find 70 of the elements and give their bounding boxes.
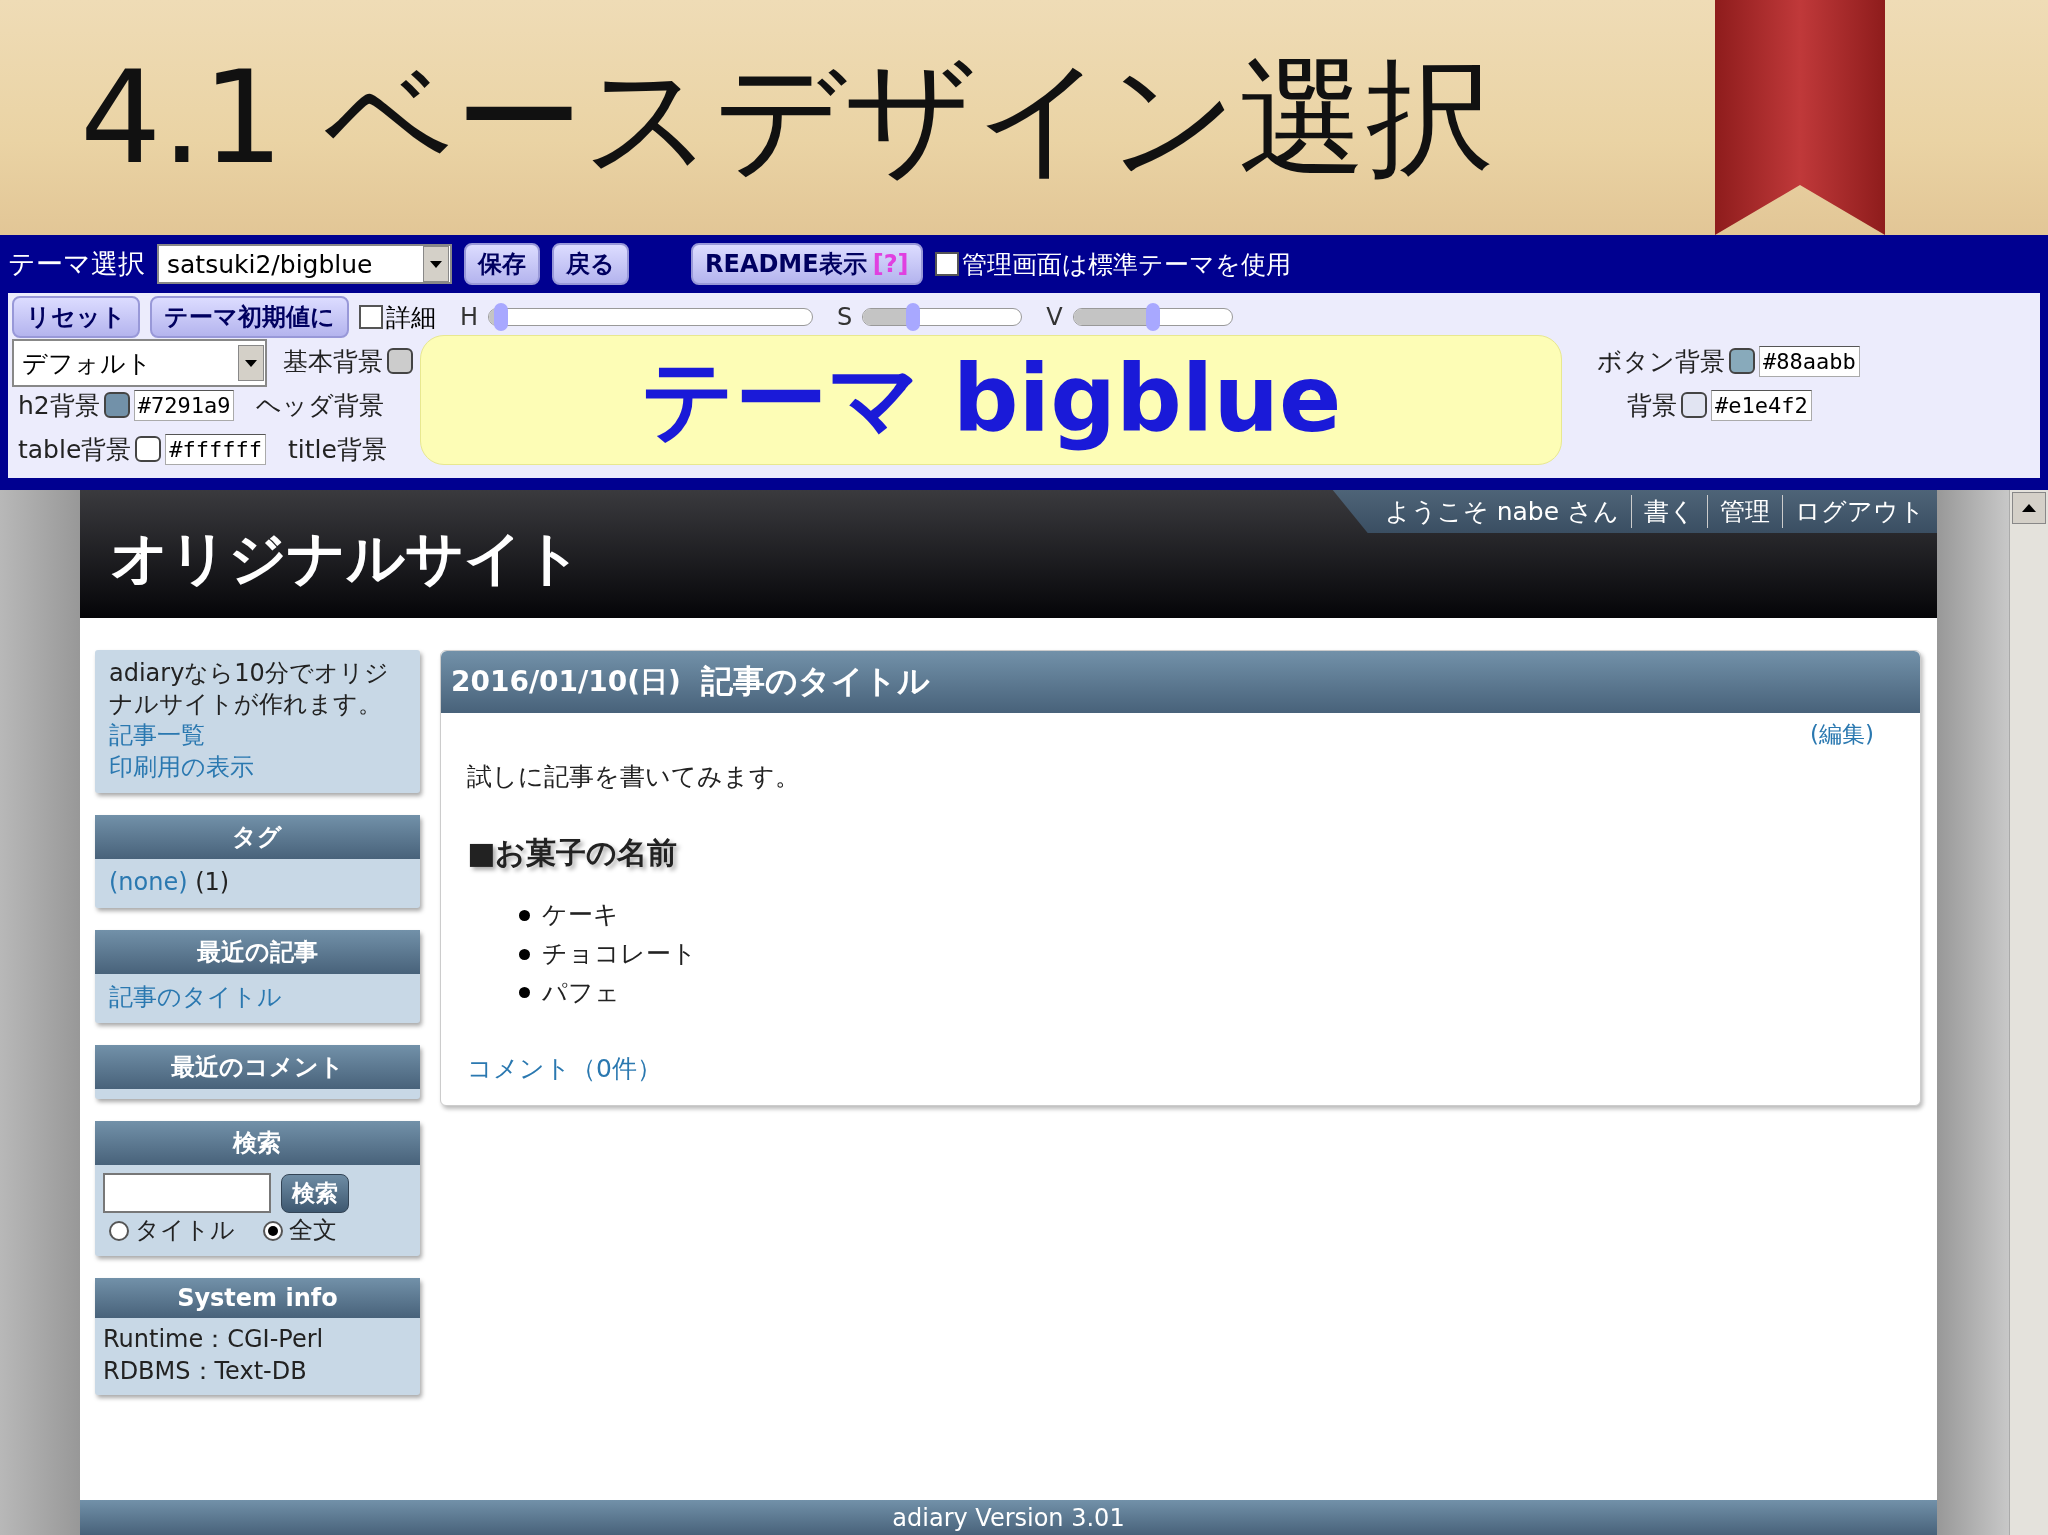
nav-link[interactable]: 書く bbox=[1631, 495, 1708, 528]
detail-checkbox[interactable]: 詳細 bbox=[359, 300, 436, 334]
reset-button[interactable]: リセット bbox=[12, 296, 140, 338]
article-title[interactable]: 記事のタイトル bbox=[700, 660, 930, 704]
preset-select[interactable]: デフォルト bbox=[12, 339, 267, 387]
bullet-icon bbox=[518, 987, 530, 999]
color-swatch[interactable] bbox=[387, 348, 413, 374]
color-label: ヘッダ背景 bbox=[256, 389, 385, 422]
slider-label: H bbox=[460, 303, 479, 331]
article-heading: ■お菓子の名前 bbox=[466, 834, 679, 872]
toolbar-button[interactable]: 保存 bbox=[464, 243, 540, 285]
color-swatch[interactable] bbox=[1729, 348, 1755, 374]
slider-thumb[interactable] bbox=[1145, 303, 1160, 331]
site-title[interactable]: オリジナルサイト bbox=[109, 520, 582, 598]
slider-thumb[interactable] bbox=[906, 303, 921, 331]
nav-link[interactable]: 管理 bbox=[1707, 495, 1783, 528]
search-button[interactable]: 検索 bbox=[280, 1173, 349, 1213]
color-swatch[interactable] bbox=[103, 392, 130, 418]
color-field[interactable]: #88aabb bbox=[1759, 345, 1860, 377]
readme-button[interactable]: README表示 [?] bbox=[691, 243, 923, 285]
sidebar-title: 最近の記事 bbox=[94, 929, 420, 974]
list-item: パフェ bbox=[541, 976, 620, 1009]
search-mode-radio[interactable]: タイトル bbox=[108, 1215, 235, 1247]
slider-track[interactable] bbox=[488, 303, 814, 331]
slider-label: S bbox=[837, 303, 853, 331]
color-swatch[interactable] bbox=[135, 436, 162, 462]
color-field[interactable]: #e1e4f2 bbox=[1711, 389, 1812, 421]
callout-text: テーマ bigblue bbox=[640, 345, 1342, 455]
list-item: チョコレート bbox=[541, 937, 697, 970]
color-label: table背景 bbox=[18, 433, 132, 466]
search-mode-radio[interactable]: 全文 bbox=[262, 1215, 337, 1247]
intro-text: adiaryなら10分でオリジナルサイトが作れます。 bbox=[108, 658, 390, 721]
article-text: 試しに記事を書いてみます。 bbox=[466, 761, 801, 793]
sidebar-title: 検索 bbox=[94, 1121, 420, 1166]
toolbar-button[interactable]: 戻る bbox=[552, 243, 629, 285]
slide-title: 4.1 ベースデザイン選択 bbox=[80, 53, 1495, 182]
bullet-icon bbox=[518, 948, 530, 960]
nav-link[interactable]: ようこそ nabe さん bbox=[1372, 495, 1632, 528]
system-info-line: RDBMS：Text-DB bbox=[102, 1355, 308, 1387]
color-label: 基本背景 bbox=[283, 345, 383, 378]
color-label: h2背景 bbox=[18, 389, 100, 422]
system-info-line: Runtime：CGI-Perl bbox=[102, 1324, 325, 1356]
bookmark-ribbon-icon bbox=[1715, 0, 1885, 235]
bullet-icon bbox=[518, 909, 530, 921]
article-date: 2016/01/10(日) bbox=[450, 664, 681, 700]
color-label: ボタン背景 bbox=[1597, 345, 1725, 378]
color-label: title背景 bbox=[288, 433, 387, 466]
scroll-up-icon[interactable] bbox=[2012, 492, 2046, 524]
search-field[interactable] bbox=[102, 1173, 271, 1214]
color-label: 背景 bbox=[1627, 389, 1677, 422]
reset-button[interactable]: テーマ初期値に bbox=[150, 296, 349, 338]
footer-text: adiary Version 3.01 bbox=[892, 1504, 1125, 1534]
color-field[interactable]: #ffffff bbox=[165, 433, 267, 465]
slider-track[interactable] bbox=[1072, 303, 1233, 331]
theme-select-label: テーマ選択 bbox=[8, 247, 145, 281]
admin-theme-checkbox[interactable]: 管理画面は標準テーマを使用 bbox=[934, 247, 1291, 281]
tag-count: (1) bbox=[195, 867, 230, 896]
comments-link[interactable]: コメント（0件） bbox=[466, 1052, 1895, 1086]
color-swatch[interactable] bbox=[1681, 392, 1707, 418]
list-item: ケーキ bbox=[541, 899, 619, 931]
color-field[interactable]: #7291a9 bbox=[133, 389, 235, 421]
sidebar-title: 最近のコメント bbox=[94, 1045, 420, 1090]
slider-label: V bbox=[1046, 303, 1063, 331]
sidebar-title: System info bbox=[94, 1278, 420, 1319]
scrollbar[interactable] bbox=[2009, 490, 2048, 1535]
edit-link[interactable]: (編集) bbox=[1810, 719, 1875, 750]
slider-track[interactable] bbox=[862, 303, 1023, 331]
theme-select[interactable]: satsuki2/bigblue bbox=[157, 244, 452, 284]
sidebar-title: タグ bbox=[94, 814, 420, 859]
slider-thumb[interactable] bbox=[494, 303, 509, 331]
